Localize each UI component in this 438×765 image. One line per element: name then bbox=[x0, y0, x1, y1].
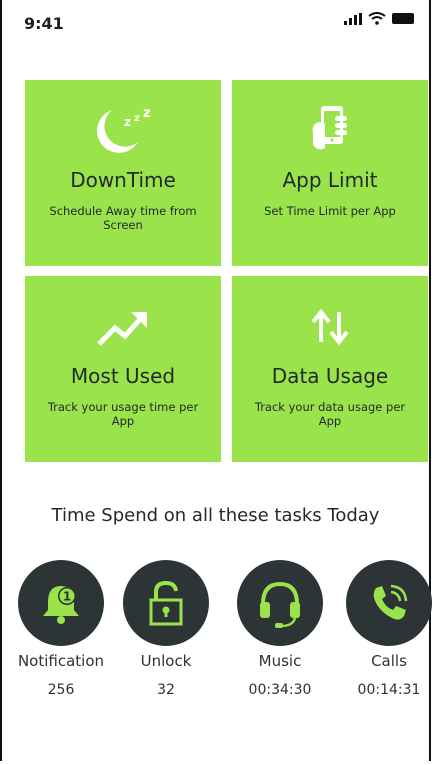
wifi-icon bbox=[368, 12, 386, 25]
phone-hand-icon bbox=[303, 104, 357, 158]
svg-text:z: z bbox=[134, 113, 140, 124]
phone-ringing-icon bbox=[346, 560, 432, 646]
trending-up-icon bbox=[93, 300, 153, 354]
tile-title: App Limit bbox=[282, 168, 378, 192]
stat-label: Unlock bbox=[140, 652, 192, 670]
tile-title: DownTime bbox=[70, 168, 176, 192]
tile-desc: Track your data usage per App bbox=[254, 400, 406, 428]
svg-text:z: z bbox=[124, 115, 131, 129]
stat-notification[interactable]: 1 Notification 256 bbox=[11, 560, 111, 698]
stat-value: 00:34:30 bbox=[248, 682, 312, 698]
stat-calls[interactable]: Calls 00:14:31 bbox=[339, 560, 438, 698]
signal-icon bbox=[344, 12, 362, 25]
tile-data-usage[interactable]: Data Usage Track your data usage per App bbox=[232, 276, 428, 462]
stat-value: 00:14:31 bbox=[357, 682, 421, 698]
stat-value: 256 bbox=[47, 682, 75, 698]
tile-title: Most Used bbox=[70, 364, 176, 388]
tile-desc: Track your usage time per App bbox=[47, 400, 199, 428]
status-time: 9:41 bbox=[24, 14, 64, 33]
headset-icon bbox=[237, 560, 323, 646]
tile-app-limit[interactable]: App Limit Set Time Limit per App bbox=[232, 80, 428, 266]
moon-icon: z z z bbox=[88, 104, 158, 158]
battery-icon bbox=[392, 13, 414, 24]
up-down-arrows-icon bbox=[308, 300, 352, 354]
stat-value: 32 bbox=[157, 682, 175, 698]
section-heading: Time Spend on all these tasks Today bbox=[51, 505, 380, 526]
svg-text:z: z bbox=[143, 106, 151, 121]
tile-downtime[interactable]: z z z DownTime Schedule Away time from S… bbox=[25, 80, 221, 266]
tile-desc: Set Time Limit per App bbox=[264, 204, 396, 218]
tile-most-used[interactable]: Most Used Track your usage time per App bbox=[25, 276, 221, 462]
stat-label: Notification bbox=[17, 652, 105, 670]
notification-badge: 1 bbox=[63, 590, 71, 604]
bell-icon: 1 bbox=[18, 560, 104, 646]
stat-label: Music bbox=[258, 652, 302, 670]
stat-label: Calls bbox=[371, 652, 407, 670]
tile-desc: Schedule Away time from Screen bbox=[49, 204, 197, 232]
unlock-icon bbox=[123, 560, 209, 646]
status-icons bbox=[344, 12, 414, 25]
stat-unlock[interactable]: Unlock 32 bbox=[116, 560, 216, 698]
tile-title: Data Usage bbox=[271, 364, 389, 388]
status-bar: 9:41 bbox=[0, 0, 438, 48]
stat-music[interactable]: Music 00:34:30 bbox=[230, 560, 330, 698]
